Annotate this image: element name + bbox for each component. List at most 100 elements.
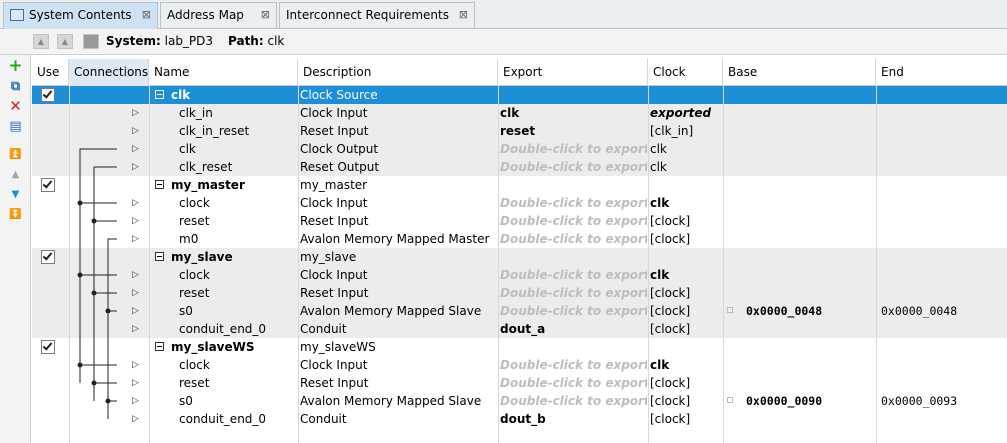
- name-cell[interactable]: my_slaveWS: [171, 338, 296, 356]
- export-cell[interactable]: Double-click to export: [500, 284, 647, 302]
- port-connector-icon[interactable]: ▷: [132, 122, 146, 140]
- collapse-toggle-icon[interactable]: [155, 342, 164, 351]
- base-address-cell[interactable]: [746, 374, 874, 392]
- port-connector-icon[interactable]: ▷: [132, 320, 146, 338]
- port-connector-icon[interactable]: ▷: [132, 410, 146, 428]
- export-cell[interactable]: Double-click to export: [500, 392, 647, 410]
- base-address-cell[interactable]: [746, 284, 874, 302]
- export-cell[interactable]: Double-click to export: [500, 140, 647, 158]
- name-cell[interactable]: conduit_end_0: [179, 410, 296, 428]
- export-cell[interactable]: dout_a: [500, 320, 647, 338]
- port-row[interactable]: ▷ clock Clock Input Double-click to export c…: [32, 194, 1007, 212]
- name-cell[interactable]: m0: [179, 230, 296, 248]
- column-header-base[interactable]: Base: [723, 59, 876, 86]
- port-connector-icon[interactable]: ▷: [132, 212, 146, 230]
- export-cell[interactable]: Double-click to export: [500, 230, 647, 248]
- port-row[interactable]: ▷ clock Clock Input Double-click to export c…: [32, 266, 1007, 284]
- move-top-icon[interactable]: ⏫: [8, 147, 23, 162]
- close-icon[interactable]: ⊠: [459, 3, 468, 27]
- name-cell[interactable]: s0: [179, 392, 296, 410]
- clock-cell[interactable]: clk: [650, 266, 722, 284]
- column-header-name[interactable]: Name: [149, 59, 298, 86]
- export-cell[interactable]: Double-click to export: [500, 374, 647, 392]
- port-row[interactable]: ▷ reset Reset Input Double-click to export[…: [32, 284, 1007, 302]
- name-cell[interactable]: clk_in: [179, 104, 296, 122]
- column-header-end[interactable]: End: [876, 59, 1007, 86]
- base-address-cell[interactable]: [746, 338, 874, 356]
- clock-cell[interactable]: exported: [650, 104, 722, 122]
- port-connector-icon[interactable]: ▷: [132, 284, 146, 302]
- port-connector-icon[interactable]: ▷: [132, 392, 146, 410]
- base-address-cell[interactable]: [746, 212, 874, 230]
- port-connector-icon[interactable]: ▷: [132, 158, 146, 176]
- port-row[interactable]: ▷ m0 Avalon Memory Mapped Master Double-cli…: [32, 230, 1007, 248]
- name-cell[interactable]: conduit_end_0: [179, 320, 296, 338]
- add-connection-icon[interactable]: ⧉: [8, 79, 23, 94]
- export-cell[interactable]: Double-click to export: [500, 158, 647, 176]
- port-row[interactable]: ▷ conduit_end_0 Conduit dout_a [clock]: [32, 320, 1007, 338]
- column-header-export[interactable]: Export: [498, 59, 648, 86]
- clock-cell[interactable]: clk: [650, 158, 722, 176]
- clock-cell[interactable]: [650, 248, 722, 266]
- port-connector-icon[interactable]: ▷: [132, 104, 146, 122]
- export-cell[interactable]: Double-click to export: [500, 302, 647, 320]
- export-cell[interactable]: Double-click to export: [500, 356, 647, 374]
- clock-cell[interactable]: [clock]: [650, 374, 722, 392]
- clock-cell[interactable]: [clock]: [650, 284, 722, 302]
- export-cell[interactable]: dout_b: [500, 410, 647, 428]
- port-row[interactable]: ▷ s0 Avalon Memory Mapped Slave Double-clic…: [32, 392, 1007, 410]
- port-row[interactable]: ▷ reset Reset Input Double-click to export[…: [32, 212, 1007, 230]
- port-connector-icon[interactable]: ▷: [132, 230, 146, 248]
- port-row[interactable]: ▷ s0 Avalon Memory Mapped Slave Double-clic…: [32, 302, 1007, 320]
- export-cell[interactable]: [500, 248, 647, 266]
- export-cell[interactable]: Double-click to export: [500, 212, 647, 230]
- base-address-cell[interactable]: [746, 104, 874, 122]
- base-address-cell[interactable]: [746, 194, 874, 212]
- base-address-cell[interactable]: [746, 410, 874, 428]
- collapse-toggle-icon[interactable]: [155, 90, 164, 99]
- clock-cell[interactable]: [clk_in]: [650, 122, 722, 140]
- export-cell[interactable]: reset: [500, 122, 647, 140]
- clock-cell[interactable]: [clock]: [650, 320, 722, 338]
- clock-cell[interactable]: [650, 86, 722, 104]
- tab-system-contents[interactable]: System Contents ⊠: [3, 2, 158, 29]
- close-icon[interactable]: ⊠: [261, 3, 270, 27]
- clock-cell[interactable]: clk: [650, 140, 722, 158]
- collapse-toggle-icon[interactable]: [155, 252, 164, 261]
- export-cell[interactable]: [500, 338, 647, 356]
- base-address-cell[interactable]: [746, 266, 874, 284]
- base-address-cell[interactable]: [746, 248, 874, 266]
- go-top-icon[interactable]: ▲: [33, 34, 49, 49]
- name-cell[interactable]: reset: [179, 212, 296, 230]
- close-icon[interactable]: ⊠: [142, 3, 151, 27]
- clock-cell[interactable]: [650, 176, 722, 194]
- name-cell[interactable]: my_master: [171, 176, 296, 194]
- base-address-cell[interactable]: [746, 320, 874, 338]
- port-connector-icon[interactable]: ▷: [132, 374, 146, 392]
- lock-icon[interactable]: [727, 397, 733, 403]
- export-cell[interactable]: [500, 176, 647, 194]
- component-row[interactable]: my_master my_master: [32, 176, 1007, 194]
- move-bottom-icon[interactable]: ⏬: [8, 207, 23, 222]
- column-header-description[interactable]: Description: [298, 59, 498, 86]
- column-header-use[interactable]: Use: [32, 59, 69, 86]
- move-up-icon[interactable]: ▲: [8, 167, 23, 182]
- base-address-cell[interactable]: [746, 230, 874, 248]
- port-row[interactable]: ▷ reset Reset Input Double-click to export[…: [32, 374, 1007, 392]
- clock-cell[interactable]: [clock]: [650, 212, 722, 230]
- name-cell[interactable]: clk_reset: [179, 158, 296, 176]
- name-cell[interactable]: reset: [179, 284, 296, 302]
- component-row[interactable]: my_slaveWS my_slaveWS: [32, 338, 1007, 356]
- clock-cell[interactable]: [clock]: [650, 302, 722, 320]
- base-address-cell[interactable]: 0x0000_0048: [746, 302, 874, 320]
- export-cell[interactable]: clk: [500, 104, 647, 122]
- port-row[interactable]: ▷ clock Clock Input Double-click to export c…: [32, 356, 1007, 374]
- base-address-cell[interactable]: [746, 140, 874, 158]
- port-row[interactable]: ▷ clk_reset Reset Output Double-click to ex…: [32, 158, 1007, 176]
- collapse-toggle-icon[interactable]: [155, 180, 164, 189]
- name-cell[interactable]: clock: [179, 194, 296, 212]
- export-cell[interactable]: Double-click to export: [500, 194, 647, 212]
- name-cell[interactable]: reset: [179, 374, 296, 392]
- base-address-cell[interactable]: 0x0000_0090: [746, 392, 874, 410]
- base-address-cell[interactable]: [746, 356, 874, 374]
